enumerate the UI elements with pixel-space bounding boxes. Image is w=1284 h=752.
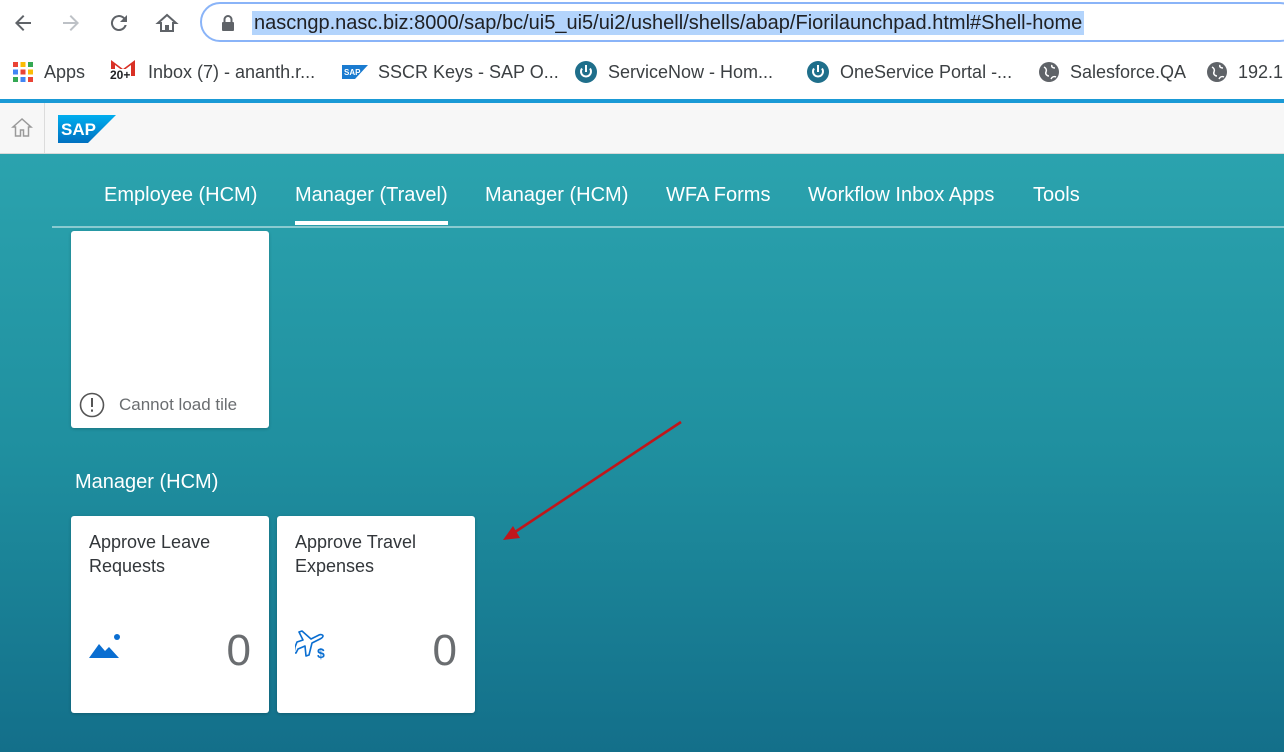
bookmark-label: OneService Portal -...: [840, 61, 1013, 82]
bookmark-salesforce[interactable]: Salesforce.QA: [1038, 52, 1186, 92]
home-icon: [11, 117, 33, 137]
bookmark-sscr-keys[interactable]: SAP SSCR Keys - SAP O...: [342, 52, 559, 92]
bookmark-label: ServiceNow - Hom...: [608, 61, 774, 82]
browser-toolbar: nascngp.nasc.biz:8000/sap/bc/ui5_ui5/ui2…: [0, 0, 1284, 48]
apps-grid-icon: [12, 61, 34, 83]
bookmark-label: Apps: [44, 61, 86, 82]
bookmark-oneservice[interactable]: OneService Portal -...: [806, 52, 1012, 92]
gmail-badge: 20+: [110, 68, 131, 82]
globe-icon: [1038, 61, 1060, 83]
home-button[interactable]: [152, 8, 182, 38]
address-bar[interactable]: nascngp.nasc.biz:8000/sap/bc/ui5_ui5/ui2…: [200, 2, 1284, 42]
url-text[interactable]: nascngp.nasc.biz:8000/sap/bc/ui5_ui5/ui2…: [252, 11, 1085, 35]
bookmark-ip[interactable]: 192.1: [1206, 52, 1283, 92]
shell-home-button[interactable]: [0, 103, 45, 153]
lock-icon: [222, 15, 234, 31]
svg-text:SAP: SAP: [344, 68, 361, 77]
sap-logo-text: SAP: [61, 120, 96, 139]
reload-button[interactable]: [104, 8, 134, 38]
bookmark-label: Inbox (7) - ananth.r...: [148, 61, 316, 82]
bookmarks-bar: Apps 20+ Inbox (7) - ananth.r... SAP SSC…: [0, 52, 1284, 92]
launchpad-content: Employee (HCM) Manager (Travel) Manager …: [0, 154, 1284, 752]
power-icon: [574, 60, 598, 84]
bookmark-gmail-inbox[interactable]: 20+ Inbox (7) - ananth.r...: [110, 52, 315, 92]
forward-button[interactable]: [56, 8, 86, 38]
bookmark-servicenow[interactable]: ServiceNow - Hom...: [574, 52, 773, 92]
gmail-icon: 20+: [110, 58, 138, 86]
bookmark-label: 192.1: [1238, 61, 1284, 82]
sap-logo[interactable]: SAP: [58, 115, 116, 148]
power-icon: [806, 60, 830, 84]
bookmark-label: Salesforce.QA: [1070, 61, 1187, 82]
annotation-arrow: [503, 420, 682, 540]
forward-arrow-icon: [63, 15, 79, 31]
bookmark-label: SSCR Keys - SAP O...: [378, 61, 559, 82]
bookmark-apps[interactable]: Apps: [12, 52, 85, 92]
sap-shell-header: SAP: [0, 103, 1284, 154]
reload-icon: [110, 15, 127, 32]
globe-icon: [1206, 61, 1228, 83]
back-arrow-icon: [15, 15, 31, 31]
home-icon: [155, 13, 179, 32]
sap-small-icon: SAP: [342, 65, 368, 79]
back-button[interactable]: [8, 8, 38, 38]
